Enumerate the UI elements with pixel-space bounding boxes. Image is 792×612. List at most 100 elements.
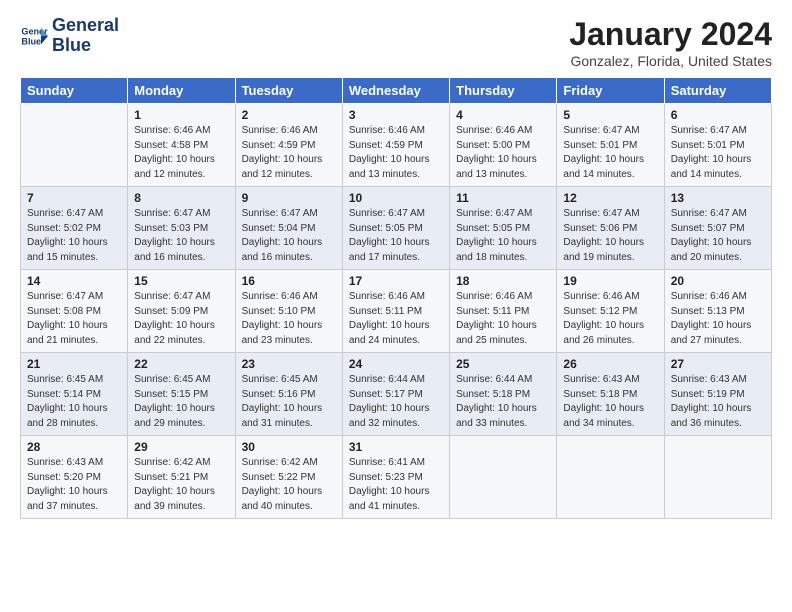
day-info: Sunrise: 6:47 AM Sunset: 5:08 PM Dayligh… [27,290,121,348]
day-cell [557,436,664,519]
day-info: Sunrise: 6:47 AM Sunset: 5:02 PM Dayligh… [27,207,121,265]
day-info: Sunrise: 6:47 AM Sunset: 5:01 PM Dayligh… [671,124,765,182]
day-cell: 2 Sunrise: 6:46 AM Sunset: 4:59 PM Dayli… [235,104,342,187]
day-number: 15 [134,274,228,288]
day-info: Sunrise: 6:45 AM Sunset: 5:14 PM Dayligh… [27,373,121,431]
day-number: 27 [671,357,765,371]
logo: General Blue General Blue [20,16,119,56]
day-info: Sunrise: 6:46 AM Sunset: 5:10 PM Dayligh… [242,290,336,348]
week-row-1: 1 Sunrise: 6:46 AM Sunset: 4:58 PM Dayli… [21,104,772,187]
calendar-table: Sunday Monday Tuesday Wednesday Thursday… [20,77,772,519]
day-cell: 28 Sunrise: 6:43 AM Sunset: 5:20 PM Dayl… [21,436,128,519]
day-info: Sunrise: 6:42 AM Sunset: 5:21 PM Dayligh… [134,456,228,514]
day-cell: 25 Sunrise: 6:44 AM Sunset: 5:18 PM Dayl… [450,353,557,436]
title-block: January 2024 Gonzalez, Florida, United S… [569,16,772,69]
col-friday: Friday [557,78,664,104]
day-number: 9 [242,191,336,205]
day-info: Sunrise: 6:47 AM Sunset: 5:01 PM Dayligh… [563,124,657,182]
day-cell: 13 Sunrise: 6:47 AM Sunset: 5:07 PM Dayl… [664,187,771,270]
day-number: 11 [456,191,550,205]
day-cell: 7 Sunrise: 6:47 AM Sunset: 5:02 PM Dayli… [21,187,128,270]
day-cell [664,436,771,519]
day-info: Sunrise: 6:46 AM Sunset: 4:59 PM Dayligh… [349,124,443,182]
day-cell: 5 Sunrise: 6:47 AM Sunset: 5:01 PM Dayli… [557,104,664,187]
day-cell: 11 Sunrise: 6:47 AM Sunset: 5:05 PM Dayl… [450,187,557,270]
day-number: 28 [27,440,121,454]
day-number: 12 [563,191,657,205]
col-monday: Monday [128,78,235,104]
day-number: 1 [134,108,228,122]
day-info: Sunrise: 6:41 AM Sunset: 5:23 PM Dayligh… [349,456,443,514]
day-cell: 22 Sunrise: 6:45 AM Sunset: 5:15 PM Dayl… [128,353,235,436]
day-info: Sunrise: 6:46 AM Sunset: 5:13 PM Dayligh… [671,290,765,348]
col-wednesday: Wednesday [342,78,449,104]
day-cell: 24 Sunrise: 6:44 AM Sunset: 5:17 PM Dayl… [342,353,449,436]
day-info: Sunrise: 6:46 AM Sunset: 4:58 PM Dayligh… [134,124,228,182]
day-cell: 8 Sunrise: 6:47 AM Sunset: 5:03 PM Dayli… [128,187,235,270]
day-info: Sunrise: 6:46 AM Sunset: 5:11 PM Dayligh… [456,290,550,348]
day-cell: 14 Sunrise: 6:47 AM Sunset: 5:08 PM Dayl… [21,270,128,353]
day-cell: 20 Sunrise: 6:46 AM Sunset: 5:13 PM Dayl… [664,270,771,353]
day-cell: 19 Sunrise: 6:46 AM Sunset: 5:12 PM Dayl… [557,270,664,353]
col-saturday: Saturday [664,78,771,104]
col-thursday: Thursday [450,78,557,104]
day-number: 29 [134,440,228,454]
day-cell: 10 Sunrise: 6:47 AM Sunset: 5:05 PM Dayl… [342,187,449,270]
day-number: 24 [349,357,443,371]
day-number: 14 [27,274,121,288]
week-row-2: 7 Sunrise: 6:47 AM Sunset: 5:02 PM Dayli… [21,187,772,270]
day-cell: 16 Sunrise: 6:46 AM Sunset: 5:10 PM Dayl… [235,270,342,353]
day-cell: 6 Sunrise: 6:47 AM Sunset: 5:01 PM Dayli… [664,104,771,187]
day-number: 23 [242,357,336,371]
day-info: Sunrise: 6:42 AM Sunset: 5:22 PM Dayligh… [242,456,336,514]
day-number: 26 [563,357,657,371]
day-number: 17 [349,274,443,288]
svg-text:Blue: Blue [21,36,41,46]
day-info: Sunrise: 6:47 AM Sunset: 5:06 PM Dayligh… [563,207,657,265]
day-info: Sunrise: 6:46 AM Sunset: 4:59 PM Dayligh… [242,124,336,182]
day-cell: 18 Sunrise: 6:46 AM Sunset: 5:11 PM Dayl… [450,270,557,353]
day-info: Sunrise: 6:44 AM Sunset: 5:18 PM Dayligh… [456,373,550,431]
day-cell: 26 Sunrise: 6:43 AM Sunset: 5:18 PM Dayl… [557,353,664,436]
day-cell: 23 Sunrise: 6:45 AM Sunset: 5:16 PM Dayl… [235,353,342,436]
day-info: Sunrise: 6:46 AM Sunset: 5:00 PM Dayligh… [456,124,550,182]
day-number: 25 [456,357,550,371]
day-number: 2 [242,108,336,122]
day-number: 7 [27,191,121,205]
day-info: Sunrise: 6:44 AM Sunset: 5:17 PM Dayligh… [349,373,443,431]
day-number: 30 [242,440,336,454]
day-cell: 27 Sunrise: 6:43 AM Sunset: 5:19 PM Dayl… [664,353,771,436]
day-info: Sunrise: 6:47 AM Sunset: 5:04 PM Dayligh… [242,207,336,265]
day-number: 8 [134,191,228,205]
day-number: 21 [27,357,121,371]
day-number: 16 [242,274,336,288]
day-cell: 29 Sunrise: 6:42 AM Sunset: 5:21 PM Dayl… [128,436,235,519]
day-info: Sunrise: 6:43 AM Sunset: 5:18 PM Dayligh… [563,373,657,431]
day-number: 31 [349,440,443,454]
month-title: January 2024 [569,16,772,53]
day-info: Sunrise: 6:47 AM Sunset: 5:09 PM Dayligh… [134,290,228,348]
day-cell [450,436,557,519]
day-number: 22 [134,357,228,371]
day-info: Sunrise: 6:45 AM Sunset: 5:16 PM Dayligh… [242,373,336,431]
col-tuesday: Tuesday [235,78,342,104]
day-info: Sunrise: 6:46 AM Sunset: 5:12 PM Dayligh… [563,290,657,348]
col-sunday: Sunday [21,78,128,104]
logo-text: General Blue [52,16,119,56]
day-cell: 17 Sunrise: 6:46 AM Sunset: 5:11 PM Dayl… [342,270,449,353]
day-info: Sunrise: 6:45 AM Sunset: 5:15 PM Dayligh… [134,373,228,431]
day-cell: 21 Sunrise: 6:45 AM Sunset: 5:14 PM Dayl… [21,353,128,436]
day-cell: 4 Sunrise: 6:46 AM Sunset: 5:00 PM Dayli… [450,104,557,187]
day-cell: 9 Sunrise: 6:47 AM Sunset: 5:04 PM Dayli… [235,187,342,270]
week-row-3: 14 Sunrise: 6:47 AM Sunset: 5:08 PM Dayl… [21,270,772,353]
day-info: Sunrise: 6:43 AM Sunset: 5:19 PM Dayligh… [671,373,765,431]
day-info: Sunrise: 6:43 AM Sunset: 5:20 PM Dayligh… [27,456,121,514]
day-number: 20 [671,274,765,288]
logo-icon: General Blue [20,22,48,50]
day-number: 3 [349,108,443,122]
week-row-4: 21 Sunrise: 6:45 AM Sunset: 5:14 PM Dayl… [21,353,772,436]
day-cell [21,104,128,187]
day-info: Sunrise: 6:47 AM Sunset: 5:05 PM Dayligh… [456,207,550,265]
day-number: 6 [671,108,765,122]
day-cell: 1 Sunrise: 6:46 AM Sunset: 4:58 PM Dayli… [128,104,235,187]
